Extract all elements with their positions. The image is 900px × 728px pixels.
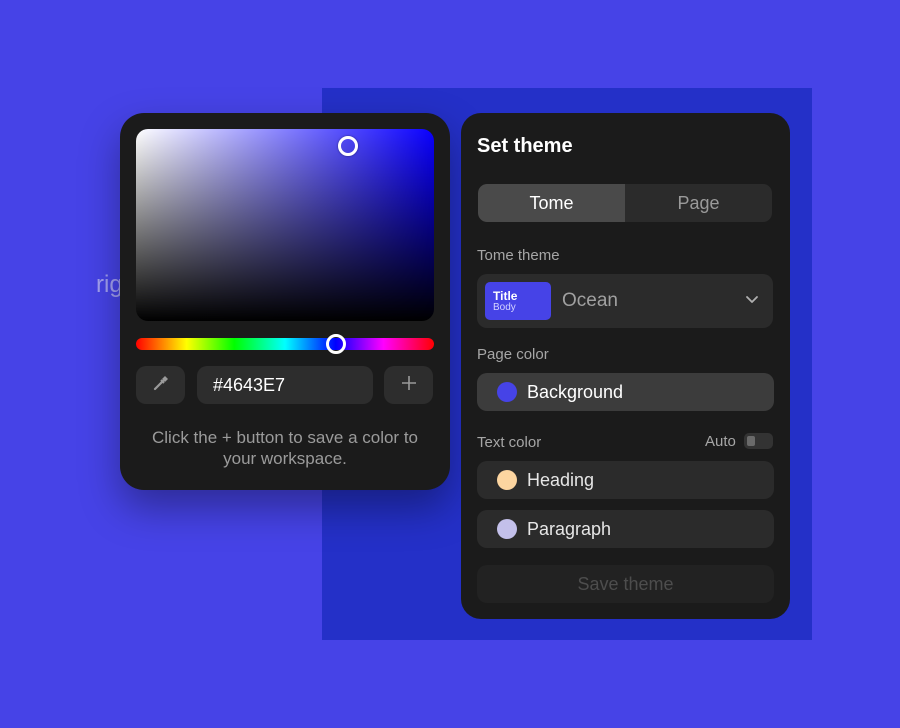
tab-page[interactable]: Page xyxy=(625,184,772,222)
page-color-background[interactable]: Background xyxy=(477,373,774,411)
background-color-swatch xyxy=(497,382,517,402)
color-picker: #4643E7 Click the + button to save a col… xyxy=(120,113,450,490)
hue-slider[interactable] xyxy=(136,334,434,354)
save-theme-button[interactable]: Save theme xyxy=(477,565,774,603)
save-color-hint: Click the + button to save a color to yo… xyxy=(151,428,418,468)
selected-theme: Ocean xyxy=(562,290,618,311)
theme-tabs: Tome Page xyxy=(478,184,772,222)
paragraph-label: Paragraph xyxy=(527,519,612,539)
toggle-knob xyxy=(747,436,755,446)
eyedropper-button[interactable] xyxy=(136,366,185,404)
text-color-heading[interactable]: Heading xyxy=(477,461,774,499)
eyedropper-icon xyxy=(152,374,170,397)
heading-color-swatch xyxy=(497,470,517,490)
hue-handle[interactable] xyxy=(325,334,346,354)
tome-theme-label: Tome theme xyxy=(477,247,560,264)
panel-title: Set theme xyxy=(477,135,573,157)
heading-label: Heading xyxy=(527,470,595,490)
tab-tome[interactable]: Tome xyxy=(478,184,625,222)
saturation-brightness-area[interactable] xyxy=(136,129,434,321)
auto-toggle[interactable] xyxy=(744,433,773,449)
saturation-handle[interactable] xyxy=(337,136,358,157)
paragraph-color-swatch xyxy=(497,519,517,539)
theme-panel: Set theme Tome Page Tome theme Title Bod… xyxy=(461,113,790,619)
add-color-button[interactable] xyxy=(384,366,433,404)
text-color-label: Text color xyxy=(477,434,542,451)
text-color-paragraph[interactable]: Paragraph xyxy=(477,510,774,548)
chevron-down-icon xyxy=(745,292,759,311)
background-label: Background xyxy=(527,382,624,402)
theme-swatch: Title Body xyxy=(485,282,551,320)
plus-icon xyxy=(400,374,418,397)
hex-input[interactable]: #4643E7 xyxy=(197,366,373,404)
swatch-title: Title xyxy=(493,289,518,303)
swatch-body: Body xyxy=(493,302,516,313)
page-color-label: Page color xyxy=(477,346,549,363)
tome-theme-dropdown[interactable]: Title Body Ocean xyxy=(477,274,773,328)
background-text: rig xyxy=(96,271,123,298)
auto-label: Auto xyxy=(705,433,736,450)
